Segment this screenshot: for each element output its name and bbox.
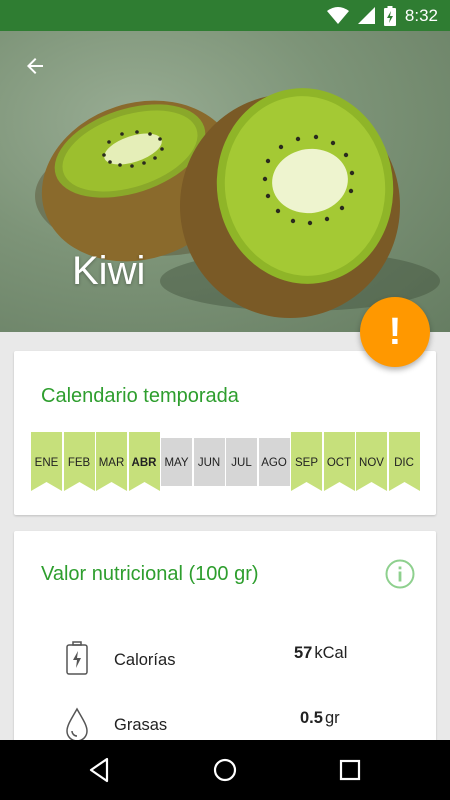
nav-recents-button[interactable] [335, 755, 365, 785]
signal-icon [357, 7, 375, 24]
nutrient-name: Calorías [114, 651, 176, 669]
alert-fab-button[interactable]: ! [360, 297, 430, 367]
battery-charging-icon [383, 5, 396, 26]
month-nov: NOV [356, 432, 387, 491]
info-icon [385, 559, 415, 589]
kiwi-photo [35, 88, 440, 318]
recents-square-icon [339, 759, 361, 781]
home-circle-icon [213, 758, 237, 782]
navigation-bar [0, 740, 450, 800]
month-calendar: ENE FEB MAR ABR MAY JUN JUL AGO SEP OCT … [31, 432, 421, 491]
status-time: 8:32 [404, 5, 438, 25]
arrow-left-icon [27, 58, 43, 74]
season-calendar-card: Calendario temporada ENE FEB MAR ABR MAY… [14, 351, 436, 515]
status-bar: 8:32 [0, 0, 450, 31]
nutrient-unit: gr [324, 709, 340, 727]
month-jul: JUL [226, 432, 257, 491]
nutrient-value: 0.5 gr [300, 709, 340, 728]
info-button[interactable] [385, 559, 415, 589]
alert-icon: ! [388, 311, 402, 353]
season-card-title: Calendario temporada [41, 385, 239, 407]
back-triangle-icon [89, 757, 109, 783]
month-jun: JUN [193, 432, 225, 491]
nutrient-amount: 57 [294, 644, 313, 662]
wifi-icon [326, 7, 349, 24]
month-sep: SEP [291, 432, 322, 491]
back-button[interactable] [20, 51, 50, 81]
nutrient-amount: 0.5 [300, 709, 323, 727]
month-mar: MAR [96, 432, 127, 491]
month-dic: DIC [388, 432, 420, 491]
month-ene: ENE [31, 432, 62, 491]
nav-back-button[interactable] [85, 755, 115, 785]
month-feb: FEB [63, 432, 95, 491]
month-oct: OCT [323, 432, 355, 491]
battery-bolt-icon [66, 641, 88, 675]
drop-icon [66, 707, 88, 742]
month-ago: AGO [258, 432, 290, 491]
nutrient-unit: kCal [314, 644, 348, 662]
hero-image: Kiwi [0, 31, 450, 332]
nav-home-button[interactable] [210, 755, 240, 785]
month-abr: ABR [128, 432, 160, 491]
nutrient-name: Grasas [114, 716, 168, 734]
nutrient-value: 57 kCal [294, 644, 347, 663]
nutrition-card-title: Valor nutricional (100 gr) [41, 563, 259, 585]
month-may: MAY [161, 432, 192, 491]
page-title: Kiwi [72, 249, 146, 293]
nutrient-row-calorias: Calorías 57 kCal [14, 641, 436, 681]
